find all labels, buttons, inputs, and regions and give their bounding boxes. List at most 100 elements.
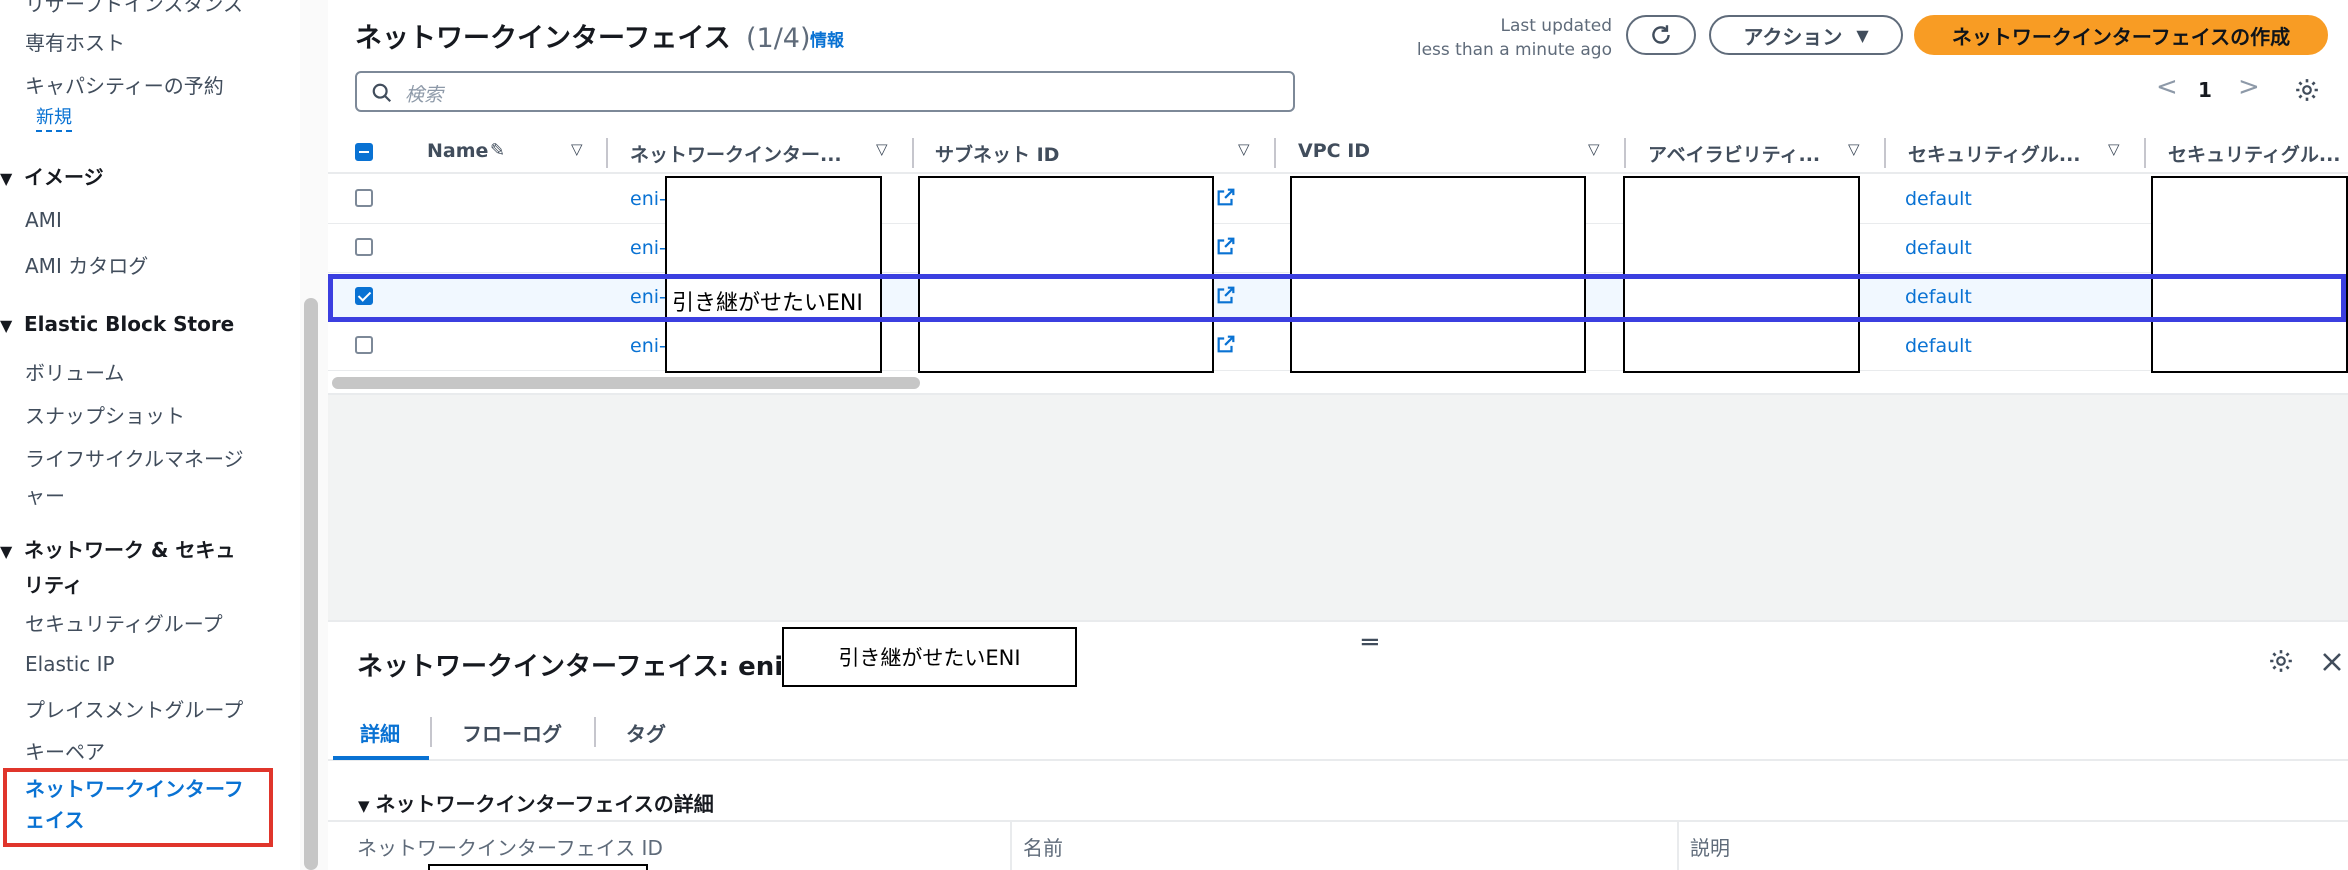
info-link[interactable]: 情報 xyxy=(810,26,844,51)
refresh-icon xyxy=(1652,25,1670,44)
column-header-security-group-ids[interactable]: セキュリティグル... xyxy=(2168,140,2341,167)
actions-dropdown[interactable]: アクション ▼ xyxy=(1709,15,1903,55)
security-group-link[interactable]: default xyxy=(1905,188,1972,210)
page-title: ネットワークインターフェイス (1/4) xyxy=(355,16,811,55)
column-divider xyxy=(1677,820,1679,870)
row-checkbox[interactable] xyxy=(355,238,373,256)
search-icon xyxy=(372,83,392,103)
column-resizer[interactable] xyxy=(606,138,608,168)
edit-pencil-icon: ✎ xyxy=(490,140,506,161)
tab-flow-logs[interactable]: フローログ xyxy=(462,718,562,747)
section-title: ネットワークインターフェイスの詳細 xyxy=(375,792,714,816)
settings-gear-icon[interactable] xyxy=(2268,648,2294,674)
sort-icon[interactable]: ▽ xyxy=(2108,140,2120,158)
column-resizer[interactable] xyxy=(912,138,914,168)
redaction-box-interface-id xyxy=(428,864,648,870)
sidebar-item-snapshots[interactable]: スナップショット xyxy=(25,400,185,429)
search-placeholder: 検索 xyxy=(405,84,444,106)
next-page-icon[interactable]: > xyxy=(2238,72,2260,102)
sidebar-section-ebs[interactable]: ▼ Elastic Block Store xyxy=(0,312,234,336)
security-group-link[interactable]: default xyxy=(1905,335,1972,357)
active-tab-indicator xyxy=(333,756,429,760)
sidebar-section-images[interactable]: ▼ イメージ xyxy=(0,161,104,190)
section-header-details[interactable]: ▼ ネットワークインターフェイスの詳細 xyxy=(358,788,714,817)
sort-icon[interactable]: ▽ xyxy=(571,140,583,158)
sidebar-item-elastic-ip[interactable]: Elastic IP xyxy=(25,652,115,676)
column-resizer[interactable] xyxy=(1274,138,1276,168)
column-resizer[interactable] xyxy=(1624,138,1626,168)
sidebar-highlight-annotation xyxy=(3,768,273,847)
search-input[interactable]: 検索 xyxy=(355,71,1295,112)
sidebar-item-volumes[interactable]: ボリューム xyxy=(25,357,124,386)
triangle-down-icon: ▼ xyxy=(0,316,13,335)
details-title: ネットワークインターフェイス: eni- xyxy=(357,652,794,682)
table-header: Name ✎ ▽ ネットワークインター... ▽ サブネット ID ▽ VPC … xyxy=(328,132,2348,174)
sidebar-section-label: Elastic Block Store xyxy=(24,312,235,336)
field-label-name: 名前 xyxy=(1023,836,1063,860)
sidebar-item-reserved-instances[interactable]: リザーブドインスタンス xyxy=(25,0,243,17)
sidebar-section-label: リティ xyxy=(24,573,83,597)
refresh-button[interactable] xyxy=(1626,15,1696,55)
page-number[interactable]: 1 xyxy=(2198,78,2212,102)
sidebar-item-lifecycle-manager[interactable]: ライフサイクルマネージ ャー xyxy=(25,443,244,509)
last-updated: Last updated less than a minute ago xyxy=(1400,14,1612,62)
sidebar-item-security-groups[interactable]: セキュリティグループ xyxy=(25,608,223,637)
column-divider xyxy=(1010,820,1012,870)
sidebar-item-capacity-reservations[interactable]: キャパシティーの予約 xyxy=(25,70,224,99)
sidebar-section-label: ネットワーク & セキュ xyxy=(24,538,236,562)
triangle-down-icon: ▼ xyxy=(0,542,13,561)
selected-row-highlight-annotation xyxy=(328,274,2346,322)
sort-icon[interactable]: ▽ xyxy=(1588,140,1600,158)
sidebar-item-placement-groups[interactable]: プレイスメントグループ xyxy=(25,694,243,723)
table-horizontal-scrollbar[interactable] xyxy=(332,377,920,389)
sidebar-item-dedicated-hosts[interactable]: 専有ホスト xyxy=(25,27,125,56)
prev-page-icon[interactable]: < xyxy=(2156,72,2178,102)
external-link-icon[interactable] xyxy=(1215,235,1237,257)
row-checkbox[interactable] xyxy=(355,189,373,207)
column-header-name[interactable]: Name xyxy=(427,140,488,162)
tab-details[interactable]: 詳細 xyxy=(360,718,400,747)
column-header-vpc-id[interactable]: VPC ID xyxy=(1298,140,1370,162)
page-title-text: ネットワークインターフェイス xyxy=(355,23,731,54)
sidebar-item-label: ライフサイクルマネージ xyxy=(25,447,244,471)
sidebar-item-ami-catalog[interactable]: AMI カタログ xyxy=(25,250,148,279)
new-badge[interactable]: 新規 xyxy=(36,103,72,132)
last-updated-value: less than a minute ago xyxy=(1416,40,1612,60)
sidebar-item-ami[interactable]: AMI xyxy=(25,208,62,232)
create-network-interface-button[interactable]: ネットワークインターフェイスの作成 xyxy=(1914,15,2328,55)
sort-icon[interactable]: ▽ xyxy=(1848,140,1860,158)
tab-tags[interactable]: タグ xyxy=(626,718,666,747)
tabs-border xyxy=(328,759,2348,761)
close-icon[interactable] xyxy=(2320,650,2344,674)
eni-link[interactable]: eni- xyxy=(630,237,666,259)
sidebar-section-label: イメージ xyxy=(24,165,104,189)
row-checkbox[interactable] xyxy=(355,336,373,354)
field-label-description: 説明 xyxy=(1690,836,1730,860)
sort-icon[interactable]: ▽ xyxy=(1238,140,1250,158)
column-header-availability-zone[interactable]: アベイラビリティ... xyxy=(1648,140,1820,167)
select-all-checkbox[interactable] xyxy=(355,143,373,161)
settings-gear-icon[interactable] xyxy=(2294,77,2320,103)
security-group-link[interactable]: default xyxy=(1905,237,1972,259)
panel-resize-handle[interactable]: ═ xyxy=(1362,628,1380,658)
sort-icon[interactable]: ▽ xyxy=(876,140,888,158)
column-resizer[interactable] xyxy=(1884,138,1886,168)
annotation-label: 引き継がせたいENI xyxy=(838,646,1021,670)
caret-down-icon: ▼ xyxy=(1856,25,1869,45)
actions-label: アクション xyxy=(1743,24,1843,49)
column-header-subnet-id[interactable]: サブネット ID xyxy=(935,140,1059,167)
last-updated-label: Last updated xyxy=(1500,16,1612,36)
column-header-interface-id[interactable]: ネットワークインター... xyxy=(630,140,842,167)
external-link-icon[interactable] xyxy=(1215,186,1237,208)
external-link-icon[interactable] xyxy=(1215,333,1237,355)
eni-link[interactable]: eni- xyxy=(630,335,666,357)
sidebar-item-key-pairs[interactable]: キーペア xyxy=(25,736,105,765)
column-header-security-group-names[interactable]: セキュリティグル... xyxy=(1908,140,2081,167)
sidebar-scrollbar-thumb[interactable] xyxy=(304,298,318,870)
column-resizer[interactable] xyxy=(2144,138,2146,168)
sidebar-section-network-security[interactable]: ▼ ネットワーク & セキュ リティ xyxy=(0,534,235,598)
field-label-interface-id: ネットワークインターフェイス ID xyxy=(357,836,663,860)
triangle-down-icon: ▼ xyxy=(358,797,370,815)
tab-divider xyxy=(430,717,432,747)
eni-link[interactable]: eni- xyxy=(630,188,666,210)
